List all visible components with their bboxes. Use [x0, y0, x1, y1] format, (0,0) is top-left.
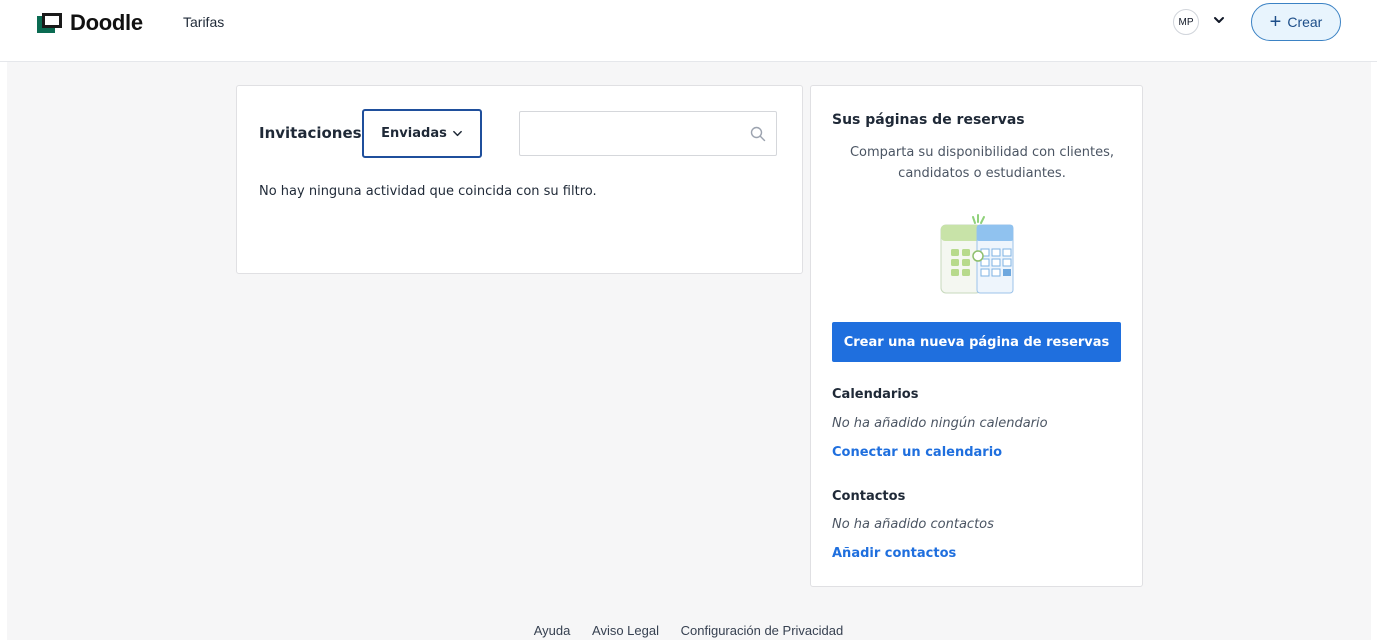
- avatar[interactable]: MP: [1173, 9, 1199, 35]
- contacts-heading: Contactos: [832, 489, 906, 504]
- create-booking-page-button[interactable]: Crear una nueva página de reservas: [832, 322, 1121, 362]
- invitations-filter-dropdown[interactable]: Enviadas: [362, 109, 482, 158]
- top-navigation-bar: Doodle Tarifas MP + Crear: [0, 0, 1377, 62]
- search-icon[interactable]: [750, 126, 766, 142]
- chevron-down-icon[interactable]: [1212, 13, 1226, 27]
- connect-calendar-link[interactable]: Conectar un calendario: [832, 445, 1002, 460]
- invitations-card: Invitaciones Enviadas No hay ninguna act…: [236, 85, 803, 274]
- calendar-booking-illustration: [940, 214, 1014, 294]
- filter-selected-label: Enviadas: [381, 126, 447, 141]
- nav-pricing-link[interactable]: Tarifas: [183, 14, 224, 30]
- search-input[interactable]: [520, 112, 740, 155]
- add-contacts-link[interactable]: Añadir contactos: [832, 546, 956, 561]
- contacts-empty-note: No ha añadido contactos: [832, 517, 994, 532]
- calendars-empty-note: No ha añadido ningún calendario: [832, 416, 1048, 431]
- footer-link-privacy-settings[interactable]: Configuración de Privacidad: [681, 623, 844, 638]
- calendars-heading: Calendarios: [832, 387, 919, 402]
- booking-pages-card: Sus páginas de reservas Comparta su disp…: [810, 85, 1143, 587]
- invitations-title: Invitaciones: [259, 124, 362, 142]
- empty-activity-message: No hay ninguna actividad que coincida co…: [259, 184, 597, 199]
- chevron-down-icon: [452, 130, 462, 137]
- search-box: [519, 111, 777, 156]
- booking-pages-description: Comparta su disponibilidad con clientes,…: [849, 145, 1115, 181]
- create-button[interactable]: + Crear: [1251, 3, 1341, 41]
- footer: Ayuda Aviso Legal Configuración de Priva…: [0, 623, 1377, 638]
- footer-link-help[interactable]: Ayuda: [534, 623, 571, 638]
- doodle-logo-icon: [37, 13, 63, 33]
- plus-icon: +: [1269, 11, 1282, 33]
- booking-pages-title: Sus páginas de reservas: [832, 112, 1025, 128]
- create-button-label: Crear: [1287, 14, 1323, 30]
- footer-link-legal[interactable]: Aviso Legal: [592, 623, 659, 638]
- logo-text: Doodle: [70, 10, 143, 35]
- doodle-logo[interactable]: Doodle: [37, 10, 143, 35]
